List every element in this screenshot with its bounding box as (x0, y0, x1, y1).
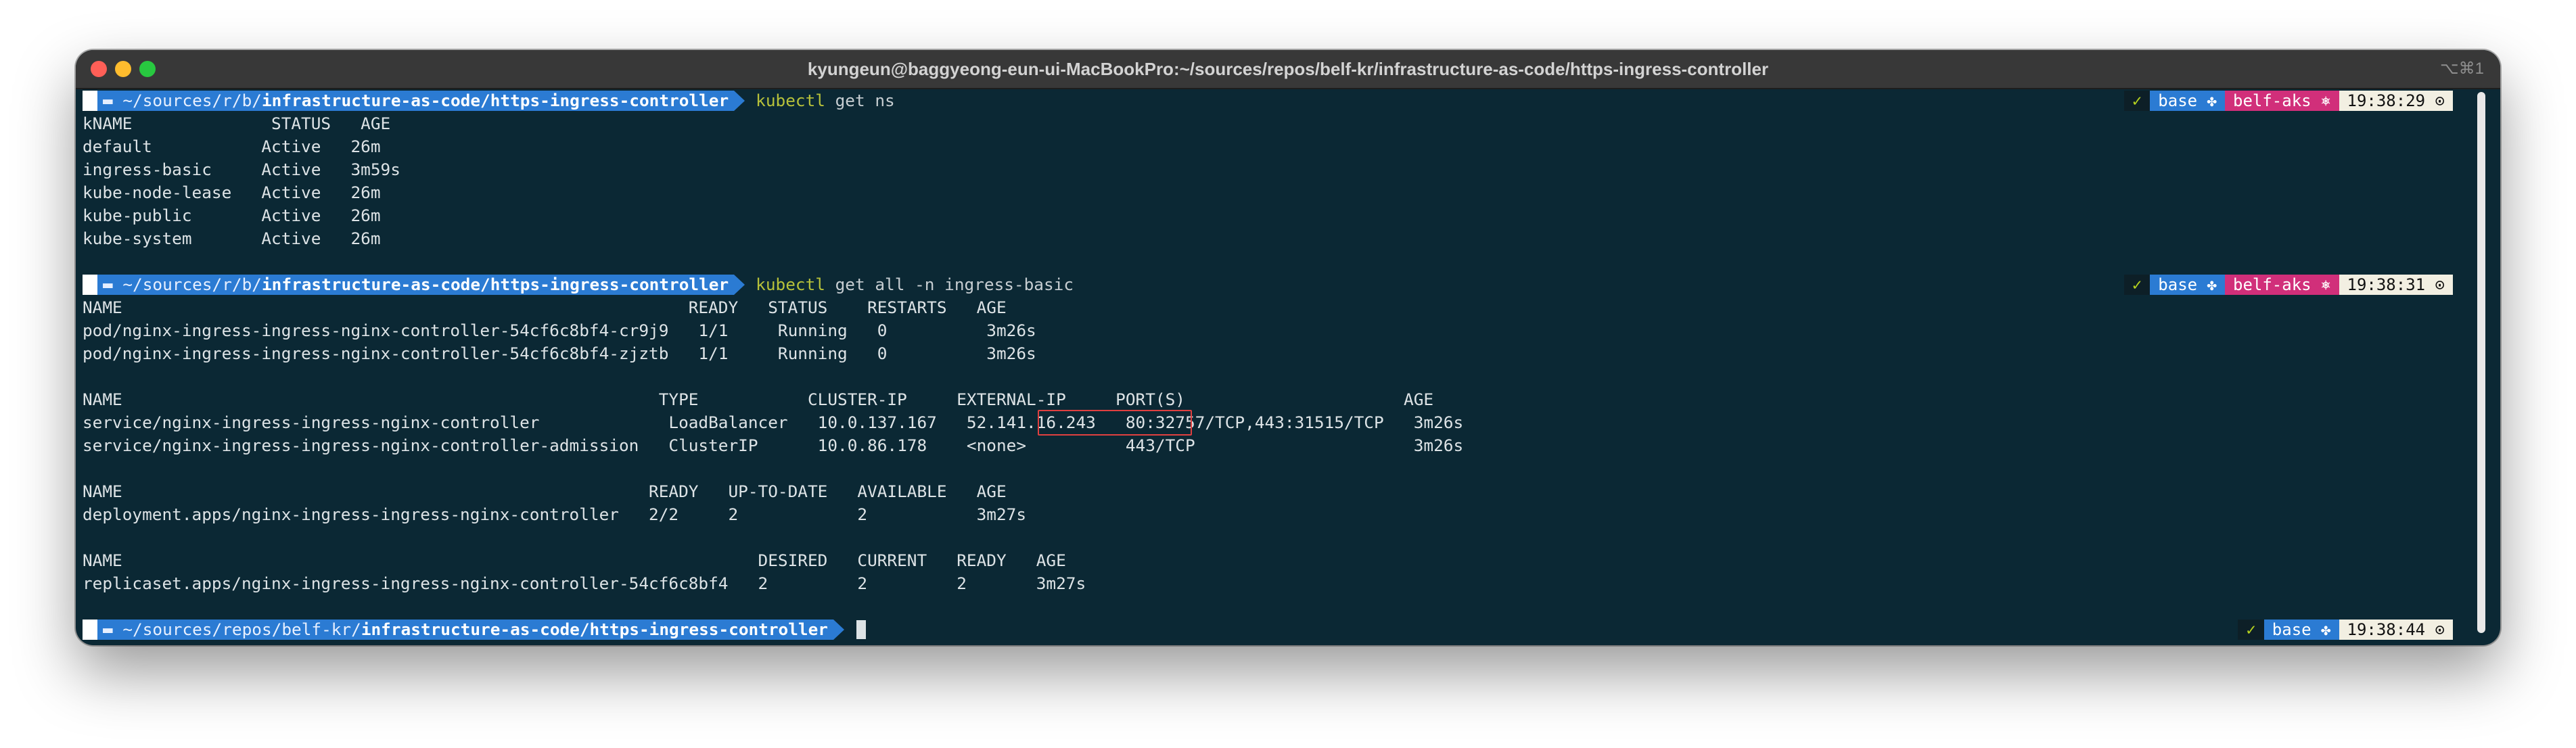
right-prompt: ✓ base ✤ belf-aks ⎈ 19:38:29 ⊙ (2123, 89, 2453, 112)
prompt-line: ▬ ~/sources/r/b/ infrastructure-as-code/… (83, 273, 1074, 296)
path-dir: infrastructure-as-code/https-ingress-con… (261, 91, 729, 110)
output-line: kube-system Active 26m (83, 229, 381, 248)
conda-env: base ✤ (2263, 620, 2339, 640)
output-line: NAME DESIRED CURRENT READY AGE (83, 551, 1066, 570)
status-ok-icon: ✓ (2123, 275, 2150, 295)
path-segment: ▬ ~/sources/r/b/ infrastructure-as-code/… (97, 275, 735, 295)
command-name: kubectl (756, 275, 825, 294)
external-ip-highlight (1038, 410, 1192, 436)
folder-icon: ▬ (103, 91, 123, 110)
window-shortcut: ⌥⌘1 (2439, 60, 2484, 78)
terminal-window: kyungeun@baggyeong-eun-ui-MacBookPro:~/s… (76, 50, 2500, 645)
apple-icon (83, 91, 97, 111)
terminal-output[interactable]: ▬ ~/sources/r/b/ infrastructure-as-code/… (76, 89, 2500, 644)
path-prefix: ~/sources/r/b/ (122, 275, 262, 294)
output-line: pod/nginx-ingress-ingress-nginx-controll… (83, 321, 1036, 340)
folder-icon: ▬ (103, 620, 123, 639)
output-line: NAME READY STATUS RESTARTS AGE (83, 298, 1007, 317)
title-bar: kyungeun@baggyeong-eun-ui-MacBookPro:~/s… (76, 50, 2500, 89)
path-prefix: ~/sources/repos/belf-kr/ (122, 620, 361, 639)
command-args: get ns (825, 91, 895, 110)
command-name: kubectl (756, 91, 825, 110)
output-line: kNAME STATUS AGE (83, 114, 391, 133)
prompt-time: 19:38:44 ⊙ (2339, 620, 2453, 640)
output-line: kube-node-lease Active 26m (83, 183, 381, 202)
path-segment: ▬ ~/sources/repos/belf-kr/ infrastructur… (97, 620, 833, 640)
prompt-time: 19:38:31 ⊙ (2339, 275, 2453, 295)
output-line: deployment.apps/nginx-ingress-ingress-ng… (83, 505, 1027, 524)
command-args: get all -n ingress-basic (825, 275, 1074, 294)
conda-env: base ✤ (2150, 91, 2225, 111)
powerline-arrow-icon (734, 275, 745, 295)
output-line: default Active 26m (83, 137, 381, 156)
text-cursor[interactable] (856, 620, 866, 639)
kube-context: belf-aks ⎈ (2225, 275, 2339, 295)
output-line: service/nginx-ingress-ingress-nginx-cont… (83, 413, 1464, 432)
folder-icon: ▬ (103, 275, 123, 294)
status-ok-icon: ✓ (2123, 91, 2150, 111)
output-line: service/nginx-ingress-ingress-nginx-cont… (83, 436, 1464, 455)
apple-icon (83, 275, 97, 295)
command: kubectl get ns (756, 89, 895, 112)
powerline-arrow-icon (833, 620, 844, 640)
prompt-line: ▬ ~/sources/repos/belf-kr/ infrastructur… (83, 618, 866, 641)
output-line: NAME TYPE CLUSTER-IP EXTERNAL-IP PORT(S)… (83, 390, 1434, 409)
prompt-line: ▬ ~/sources/r/b/ infrastructure-as-code/… (83, 89, 895, 112)
prompt-time: 19:38:29 ⊙ (2339, 91, 2453, 111)
path-dir: infrastructure-as-code/https-ingress-con… (361, 620, 828, 639)
output-line: replicaset.apps/nginx-ingress-ingress-ng… (83, 574, 1086, 593)
output-line: pod/nginx-ingress-ingress-nginx-controll… (83, 344, 1036, 363)
right-prompt: ✓ base ✤ 19:38:44 ⊙ (2238, 618, 2453, 641)
apple-icon (83, 620, 97, 640)
path-segment: ▬ ~/sources/r/b/ infrastructure-as-code/… (97, 91, 735, 111)
command: kubectl get all -n ingress-basic (756, 273, 1074, 296)
conda-env: base ✤ (2150, 275, 2225, 295)
scrollbar[interactable] (2477, 92, 2485, 633)
output-line: ingress-basic Active 3m59s (83, 160, 400, 179)
window-title: kyungeun@baggyeong-eun-ui-MacBookPro:~/s… (807, 59, 1769, 79)
right-prompt: ✓ base ✤ belf-aks ⎈ 19:38:31 ⊙ (2123, 273, 2453, 296)
path-dir: infrastructure-as-code/https-ingress-con… (261, 275, 729, 294)
path-prefix: ~/sources/r/b/ (122, 91, 262, 110)
kube-context: belf-aks ⎈ (2225, 91, 2339, 111)
powerline-arrow-icon (734, 91, 745, 111)
output-line: kube-public Active 26m (83, 206, 381, 225)
output-line: NAME READY UP-TO-DATE AVAILABLE AGE (83, 482, 1007, 501)
status-ok-icon: ✓ (2238, 620, 2264, 640)
